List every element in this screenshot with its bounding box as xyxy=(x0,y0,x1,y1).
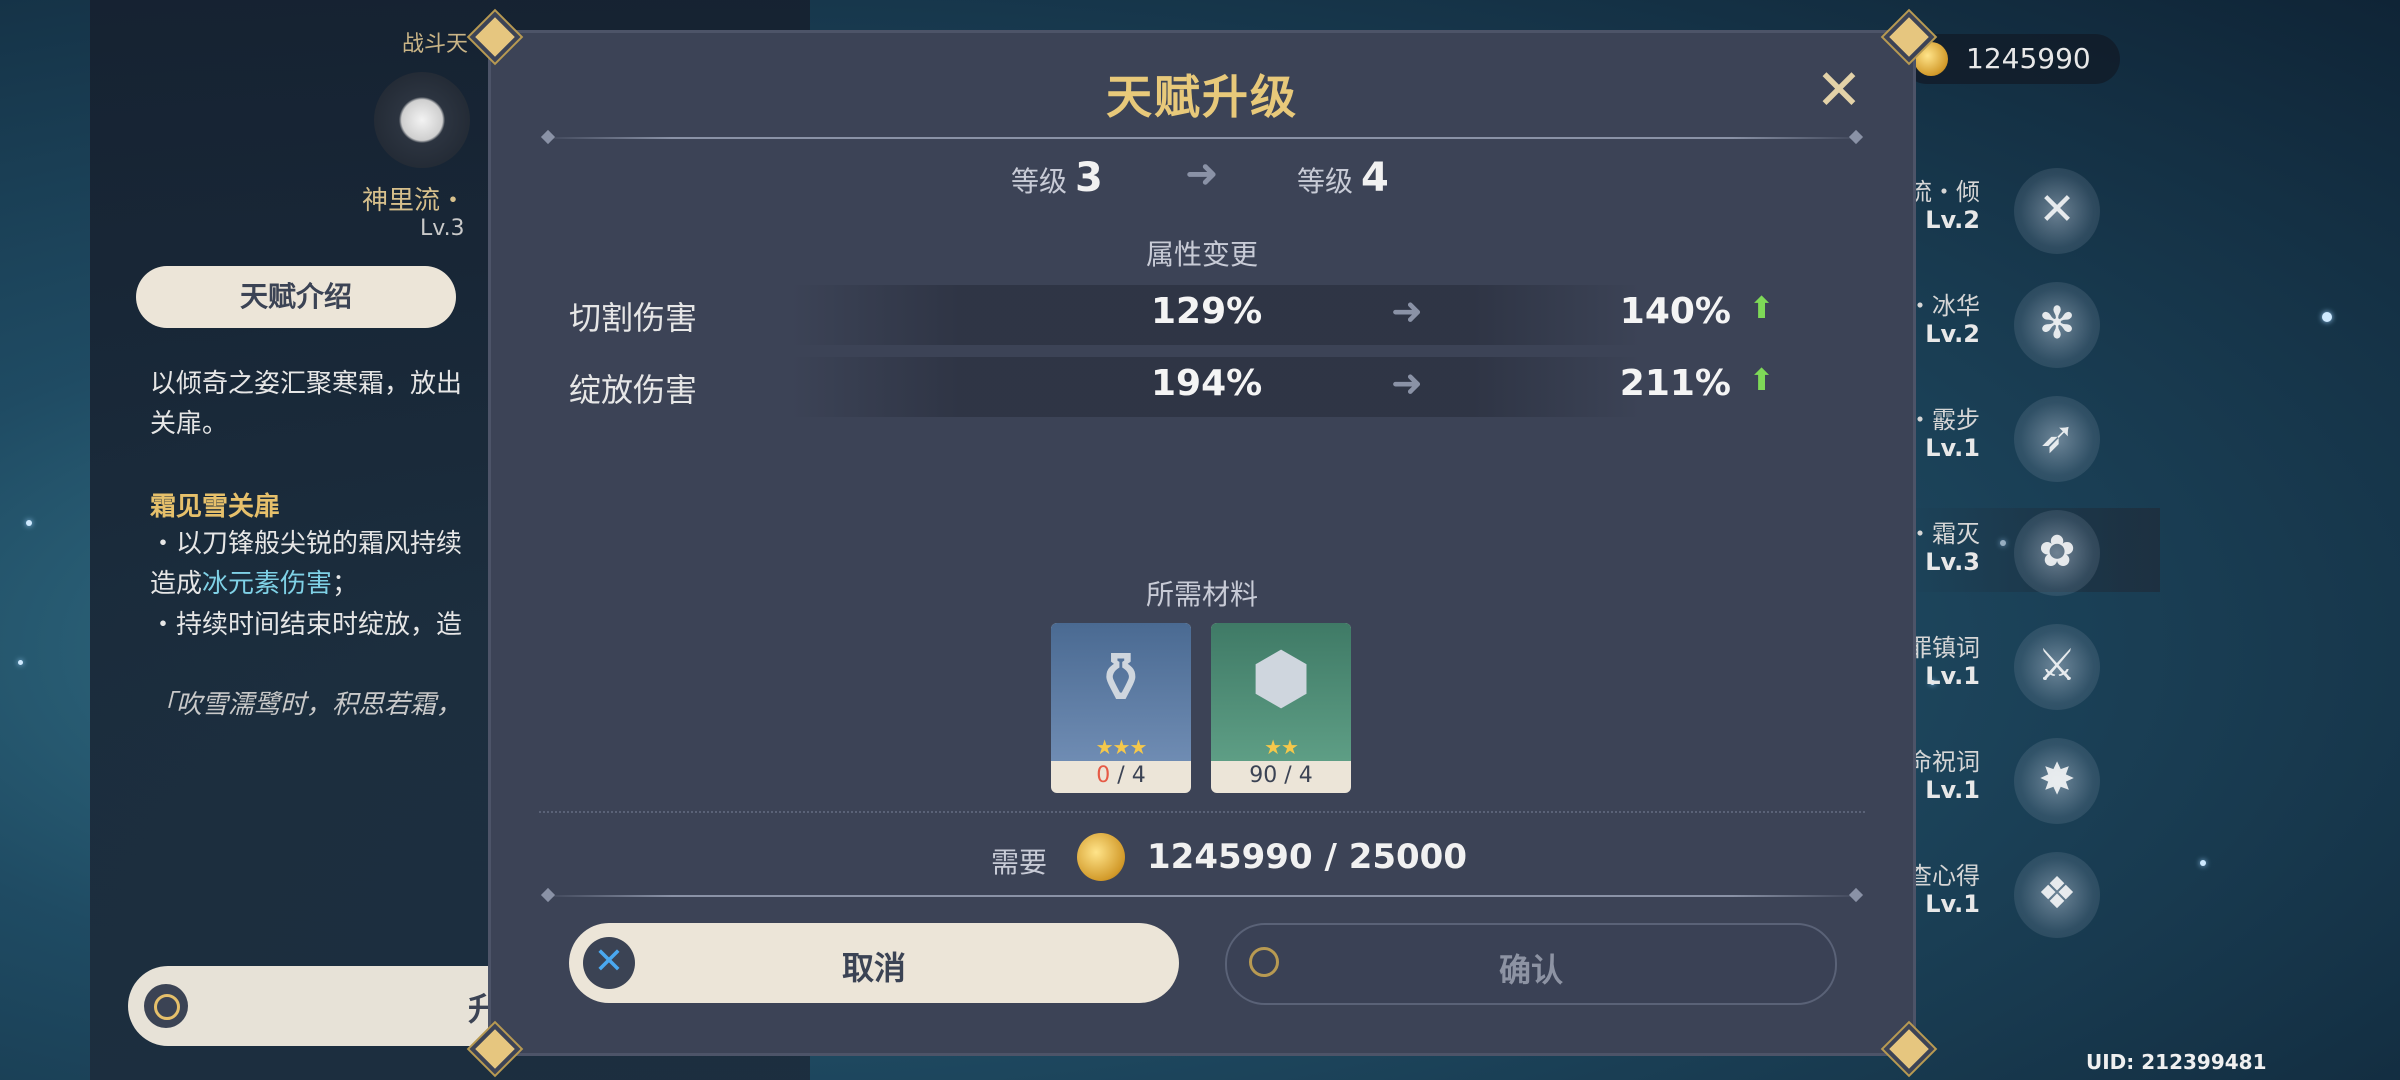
snowflake-icon: ✻ xyxy=(2014,282,2100,368)
attribute-old-value: 194% xyxy=(1151,363,1263,404)
talent-quote: 「吹雪濡鹭时，积思若霜， xyxy=(150,690,463,720)
talent-list-item[interactable]: 神里流・冰华 Lv.2 ✻ xyxy=(1836,280,2160,368)
talent-list-level: Lv.1 xyxy=(1925,890,1980,918)
bullet-text: ・以刀锋般尖锐的霜风持续 xyxy=(150,529,463,559)
mora-counter: 1245990 xyxy=(1902,34,2120,84)
attribute-new-value: 140% xyxy=(1619,291,1731,332)
talent-list-item[interactable]: 天罪国罪镇词 Lv.1 ⚔ xyxy=(1836,622,2160,710)
talent-subheading: 霜见雪关扉 xyxy=(150,492,281,522)
rarity-stars: ★★★ xyxy=(1095,735,1148,759)
talent-list-level: Lv.1 xyxy=(1925,662,1980,690)
material-need: / 4 xyxy=(1277,763,1313,788)
dash-icon: ➶ xyxy=(2014,396,2100,482)
level-label: 等级 xyxy=(1297,165,1354,198)
talent-upgrade-dialog: 天赋升级 ✕ 等级 3 ➜ 等级 4 属性变更 切割伤害 129% ➜ 140% ⬆… xyxy=(475,17,1929,1069)
level-to: 等级 4 xyxy=(1297,155,1389,201)
crystal-icon: ⬢ xyxy=(1250,637,1312,719)
divider xyxy=(539,137,1865,139)
sun-icon: ✸ xyxy=(2014,738,2100,824)
arrow-up-icon: ⬆ xyxy=(1749,291,1775,326)
bullet-text: 造成 xyxy=(150,569,203,599)
talent-list-item-selected[interactable]: 神里流・霜灭 Lv.3 ✿ xyxy=(1836,508,2160,596)
description-line: 以倾奇之姿汇聚寒霜，放出 xyxy=(150,369,463,399)
material-have: 90 xyxy=(1249,763,1278,788)
talent-list-level: Lv.1 xyxy=(1925,776,1980,804)
mora-coin-icon xyxy=(1077,833,1125,881)
arrow-right-icon: ➜ xyxy=(1391,289,1423,333)
talent-list-level: Lv.1 xyxy=(1925,434,1980,462)
blade-icon: ⚔ xyxy=(2014,624,2100,710)
material-card[interactable]: ⚱ ★★★ 0 / 4 xyxy=(1051,623,1191,793)
material-need: / 4 xyxy=(1110,763,1146,788)
upgrade-icon xyxy=(144,984,188,1028)
divider xyxy=(539,895,1865,897)
talent-emblem-icon xyxy=(374,72,470,168)
star-decoration xyxy=(2200,860,2206,866)
dialog-title: 天赋升级 xyxy=(1106,70,1298,124)
star-decoration xyxy=(26,520,32,526)
talent-list-level: Lv.2 xyxy=(1925,320,1980,348)
corner-ornament xyxy=(1889,1029,1929,1069)
confirm-button[interactable]: 确认 xyxy=(1225,923,1837,1005)
mora-amount: 1245990 xyxy=(1966,42,2091,75)
flower-icon: ✿ xyxy=(2014,510,2100,596)
material-card[interactable]: ⬢ ★★ 90 / 4 xyxy=(1211,623,1351,793)
material-have: 0 xyxy=(1096,763,1111,788)
talent-category: 战斗天 xyxy=(402,32,469,57)
material-count: 90 / 4 xyxy=(1211,763,1351,788)
level-label: 等级 xyxy=(1011,165,1068,198)
talent-name: 神里流・ xyxy=(362,186,467,216)
talent-list-item[interactable]: 神里流・倾 Lv.2 ✕ xyxy=(1860,166,2160,254)
attribute-old-value: 129% xyxy=(1151,291,1263,332)
arrow-right-icon: ➜ xyxy=(1391,361,1423,405)
sword-icon: ✕ xyxy=(2014,168,2100,254)
attribute-row: 绽放伤害 194% ➜ 211% ⬆ xyxy=(491,353,1913,419)
attribute-change-header: 属性变更 xyxy=(1145,238,1258,271)
element-damage-highlight: 冰元素伤害 xyxy=(202,569,333,599)
cancel-button[interactable]: ✕ 取消 xyxy=(569,923,1179,1003)
attribute-new-value: 211% xyxy=(1619,363,1731,404)
talent-list-level: Lv.2 xyxy=(1925,206,1980,234)
kettle-icon: ⚱ xyxy=(1091,637,1151,719)
mora-requirement-row: 需要 1245990 / 25000 xyxy=(491,829,1913,889)
level-from: 等级 3 xyxy=(1011,155,1103,201)
attribute-name: 绽放伤害 xyxy=(569,371,698,409)
level-to-value: 4 xyxy=(1361,155,1389,201)
bullet-text: ； xyxy=(332,569,359,599)
talent-level: Lv.3 xyxy=(420,216,465,241)
cancel-label: 取消 xyxy=(841,949,906,987)
arrow-up-icon: ⬆ xyxy=(1749,363,1775,398)
talent-list-level: Lv.3 xyxy=(1925,548,1980,576)
cards-icon: ❖ xyxy=(2014,852,2100,938)
require-label: 需要 xyxy=(991,846,1048,879)
mora-coin-icon xyxy=(1914,42,1948,76)
level-change-row: 等级 3 ➜ 等级 4 xyxy=(491,151,1913,201)
materials-header: 所需材料 xyxy=(1145,578,1258,611)
material-count: 0 / 4 xyxy=(1051,763,1191,788)
confirm-label: 确认 xyxy=(1498,951,1563,989)
level-from-value: 3 xyxy=(1075,155,1103,201)
talent-list-item[interactable]: 鉴查心得 Lv.1 ❖ xyxy=(1884,850,2160,938)
description-line: 关扉。 xyxy=(150,409,229,439)
tab-talent-intro[interactable]: 天赋介绍 xyxy=(136,266,456,328)
star-decoration xyxy=(18,660,23,665)
arrow-right-icon: ➜ xyxy=(1185,151,1219,197)
divider xyxy=(539,811,1865,813)
require-value: 1245990 / 25000 xyxy=(1147,837,1467,877)
player-uid: UID: 212399481 xyxy=(2086,1050,2267,1074)
attribute-name: 切割伤害 xyxy=(569,299,698,337)
star-decoration xyxy=(2322,312,2332,322)
rarity-stars: ★★ xyxy=(1264,735,1299,759)
close-icon[interactable]: ✕ xyxy=(1811,63,1867,119)
attribute-row: 切割伤害 129% ➜ 140% ⬆ xyxy=(491,281,1913,347)
talent-list-item[interactable]: 神里流・霰步 Lv.1 ➶ xyxy=(1836,394,2160,482)
talent-list-item[interactable]: 宿命祝词 Lv.1 ✸ xyxy=(1884,736,2160,824)
